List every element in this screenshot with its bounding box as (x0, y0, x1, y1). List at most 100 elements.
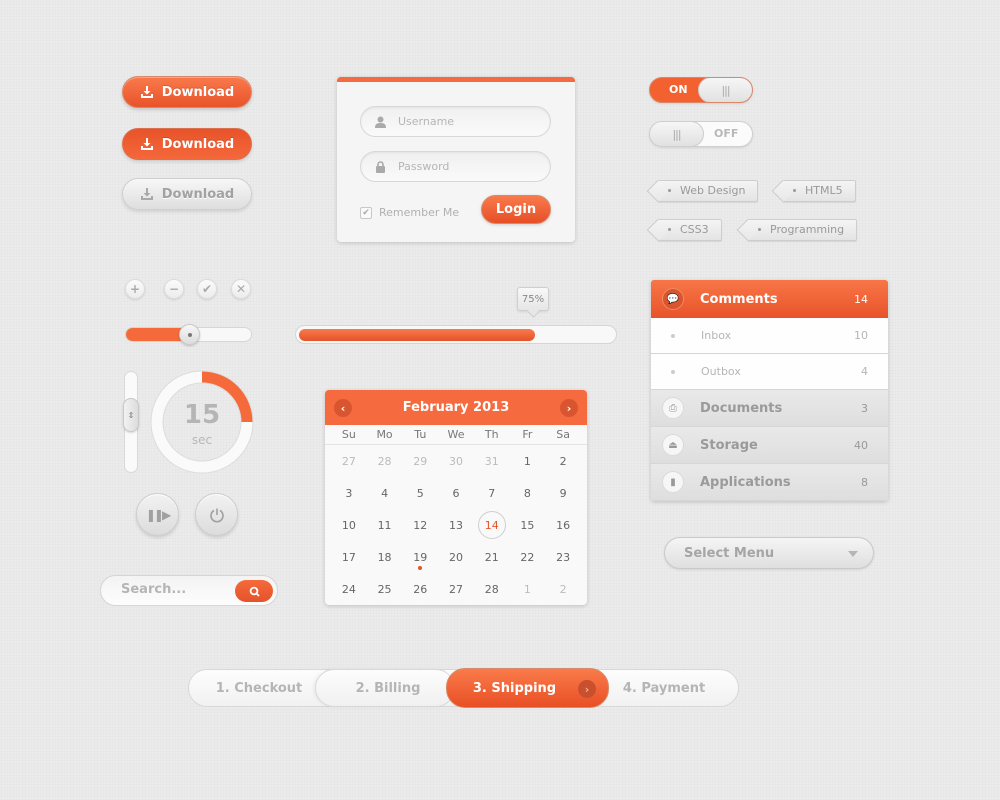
horizontal-slider[interactable] (125, 324, 252, 345)
day-number: 10 (341, 518, 356, 532)
check-icon: ✔ (201, 282, 213, 296)
day-number: 27 (448, 582, 463, 596)
calendar-day[interactable]: 6 (438, 477, 474, 509)
toggle-off[interactable]: ||| OFF (649, 121, 753, 147)
step-billing[interactable]: 2. Billing (315, 669, 455, 707)
vertical-slider-handle[interactable]: ⇕ (123, 398, 139, 432)
menu-item-applications[interactable]: ▮ Applications 8 (651, 464, 888, 501)
calendar-day[interactable]: 27 (438, 573, 474, 605)
calendar-day[interactable]: 4 (367, 477, 403, 509)
menu-item-comments[interactable]: 💬 Comments 14 (651, 280, 888, 318)
remember-me[interactable]: ✔ Remember Me (360, 206, 459, 219)
calendar-day[interactable]: 12 (402, 509, 438, 541)
calendar-day[interactable]: 27 (331, 445, 367, 477)
calendar-next-button[interactable]: › (560, 399, 578, 417)
lock-icon (376, 160, 385, 173)
calendar-day[interactable]: 24 (331, 573, 367, 605)
day-number: 30 (448, 454, 463, 468)
menu-item-inbox[interactable]: Inbox 10 (651, 318, 888, 354)
calendar-day[interactable]: 7 (474, 477, 510, 509)
calendar-day-today[interactable]: 14 (474, 509, 510, 541)
calendar-day[interactable]: 16 (545, 509, 581, 541)
toggle-knob[interactable]: ||| (698, 78, 752, 102)
toggle-knob[interactable]: ||| (650, 122, 704, 146)
tag-css3[interactable]: CSS3 (658, 219, 722, 241)
calendar-header: ‹ February 2013 › (325, 390, 587, 425)
calendar-day[interactable]: 28 (367, 445, 403, 477)
toggle-off-label: OFF (714, 127, 739, 140)
vertical-slider[interactable]: ⇕ (123, 371, 139, 473)
calendar-day[interactable]: 1 (510, 445, 546, 477)
menu-item-storage[interactable]: ⏏ Storage 40 (651, 427, 888, 464)
download-button-disabled[interactable]: Download (122, 178, 252, 210)
day-number: 13 (448, 518, 463, 532)
download-label: Download (161, 186, 235, 202)
password-field[interactable] (360, 151, 551, 182)
calendar-day[interactable]: 10 (331, 509, 367, 541)
calendar-day[interactable]: 21 (474, 541, 510, 573)
calendar-day[interactable]: 31 (474, 445, 510, 477)
day-number: 29 (413, 454, 428, 468)
menu-label: Inbox (701, 329, 732, 342)
search-button[interactable] (235, 580, 273, 602)
login-button[interactable]: Login (481, 195, 551, 224)
calendar-day[interactable]: 3 (331, 477, 367, 509)
download-button[interactable]: Download (122, 76, 252, 108)
day-number: 1 (523, 582, 531, 596)
calendar-day[interactable]: 15 (510, 509, 546, 541)
calendar-day[interactable]: 23 (545, 541, 581, 573)
plus-button[interactable]: + (125, 279, 145, 299)
step-checkout[interactable]: 1. Checkout (189, 669, 329, 707)
printer-icon: ⎙ (662, 397, 684, 419)
calendar-day[interactable]: 25 (367, 573, 403, 605)
calendar-day[interactable]: 18 (367, 541, 403, 573)
check-button[interactable]: ✔ (197, 279, 217, 299)
calendar-day[interactable]: 20 (438, 541, 474, 573)
menu-item-documents[interactable]: ⎙ Documents 3 (651, 390, 888, 427)
power-button[interactable] (195, 493, 238, 536)
username-field[interactable] (360, 106, 551, 137)
menu-count: 14 (854, 292, 868, 306)
day-number: 24 (341, 582, 356, 596)
calendar-day[interactable]: 8 (510, 477, 546, 509)
tag-html5[interactable]: HTML5 (783, 180, 856, 202)
calendar-day[interactable]: 2 (545, 445, 581, 477)
calendar-day[interactable]: 1 (510, 573, 546, 605)
menu-count: 40 (854, 438, 868, 452)
calendar-day[interactable]: 2 (545, 573, 581, 605)
calendar-prev-button[interactable]: ‹ (334, 399, 352, 417)
day-number: 18 (377, 550, 392, 564)
password-input[interactable] (398, 160, 538, 173)
close-button[interactable]: ✕ (231, 279, 251, 299)
calendar-day[interactable]: 13 (438, 509, 474, 541)
calendar-day[interactable]: 29 (402, 445, 438, 477)
download-button-pressed[interactable]: Download (122, 128, 252, 160)
calendar-day[interactable]: 28 (474, 573, 510, 605)
play-pause-button[interactable]: ❚❚▶ (136, 493, 179, 536)
step-shipping-active[interactable]: 3. Shipping › (446, 668, 609, 708)
toggle-on[interactable]: ON ||| (649, 77, 753, 103)
step-payment[interactable]: 4. Payment (599, 669, 729, 707)
tag-label: HTML5 (805, 184, 843, 197)
tag-programming[interactable]: Programming (748, 219, 858, 241)
select-menu[interactable]: Select Menu (664, 537, 874, 569)
calendar-day[interactable]: 9 (545, 477, 581, 509)
calendar-day[interactable]: 22 (510, 541, 546, 573)
calendar-day[interactable]: 30 (438, 445, 474, 477)
calendar-day[interactable]: 5 (402, 477, 438, 509)
day-number: 2 (559, 582, 567, 596)
minus-button[interactable]: − (164, 279, 184, 299)
calendar-day[interactable]: 17 (331, 541, 367, 573)
day-number: 8 (523, 486, 531, 500)
calendar-day-event[interactable]: 19 (402, 541, 438, 573)
step-label: 4. Payment (622, 680, 706, 696)
tag-web-design[interactable]: Web Design (658, 180, 759, 202)
menu-item-outbox[interactable]: Outbox 4 (651, 354, 888, 390)
calendar-day[interactable]: 11 (367, 509, 403, 541)
slider-handle[interactable] (179, 324, 200, 345)
day-number: 22 (520, 550, 535, 564)
search-input[interactable] (121, 582, 231, 597)
calendar-day[interactable]: 26 (402, 573, 438, 605)
username-input[interactable] (398, 115, 538, 128)
remember-checkbox[interactable]: ✔ (360, 206, 372, 219)
